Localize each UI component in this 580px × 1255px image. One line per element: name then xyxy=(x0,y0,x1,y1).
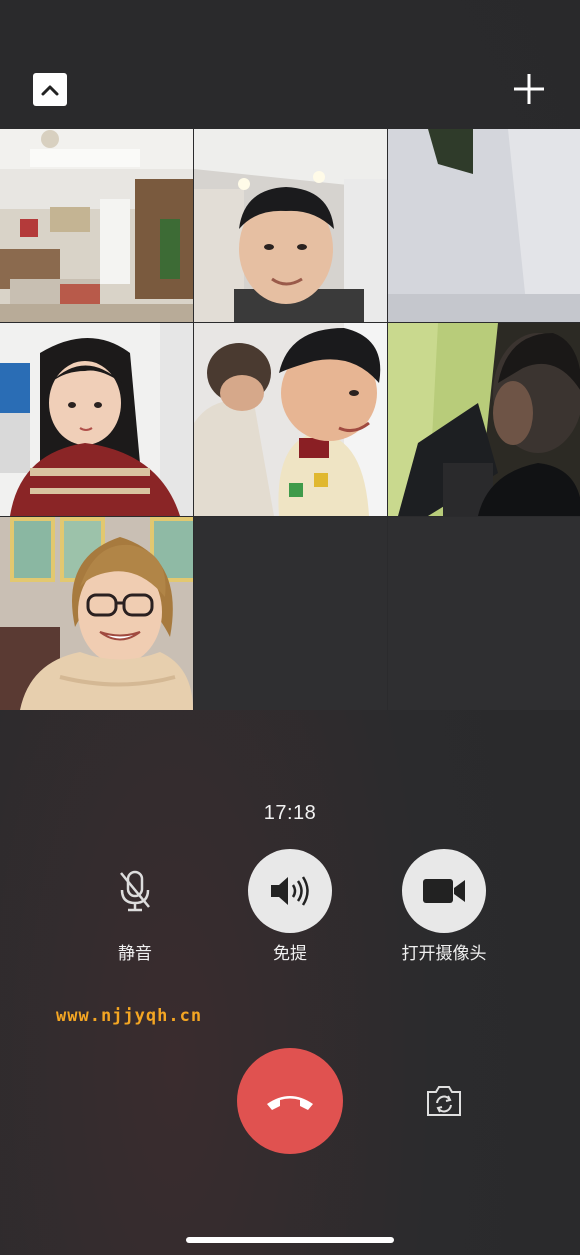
mute-button[interactable] xyxy=(93,849,177,933)
participant-video-1[interactable] xyxy=(0,129,193,322)
hang-up-button[interactable] xyxy=(237,1048,343,1154)
camera-button[interactable] xyxy=(402,849,486,933)
speaker-label: 免提 xyxy=(273,944,307,964)
add-participant-button[interactable] xyxy=(512,72,546,106)
hang-up-icon xyxy=(267,1096,313,1110)
participant-video-7[interactable] xyxy=(0,517,193,710)
mute-control[interactable]: 静音 xyxy=(80,849,190,964)
video-camera-icon xyxy=(423,879,465,903)
mute-label: 静音 xyxy=(118,944,152,964)
empty-slot xyxy=(194,517,387,710)
participant-video-5[interactable] xyxy=(194,323,387,516)
camera-control[interactable]: 打开摄像头 xyxy=(389,849,499,964)
participant-video-6[interactable] xyxy=(388,323,580,516)
chevron-up-icon xyxy=(41,85,59,95)
speaker-icon xyxy=(271,876,309,906)
plus-icon xyxy=(514,74,544,104)
participant-grid xyxy=(0,129,580,710)
camera-label: 打开摄像头 xyxy=(401,944,487,964)
speaker-button[interactable] xyxy=(248,849,332,933)
watermark-text: www.njjyqh.cn xyxy=(56,1006,203,1026)
participant-video-3[interactable] xyxy=(388,129,580,322)
collapse-button[interactable] xyxy=(33,73,67,106)
call-timer: 17:18 xyxy=(263,802,317,824)
participant-video-4[interactable] xyxy=(0,323,193,516)
flip-camera-button[interactable] xyxy=(424,1083,464,1119)
empty-slot xyxy=(388,517,580,710)
home-indicator[interactable] xyxy=(186,1237,394,1243)
participant-video-2[interactable] xyxy=(194,129,387,322)
flip-camera-icon xyxy=(427,1086,461,1116)
video-call-screen: 17:18 静音 免提 打开摄像头 www.njjyqh.cn xyxy=(0,0,580,1255)
speaker-control[interactable]: 免提 xyxy=(235,849,345,964)
microphone-icon xyxy=(120,870,150,912)
top-bar xyxy=(0,0,580,128)
